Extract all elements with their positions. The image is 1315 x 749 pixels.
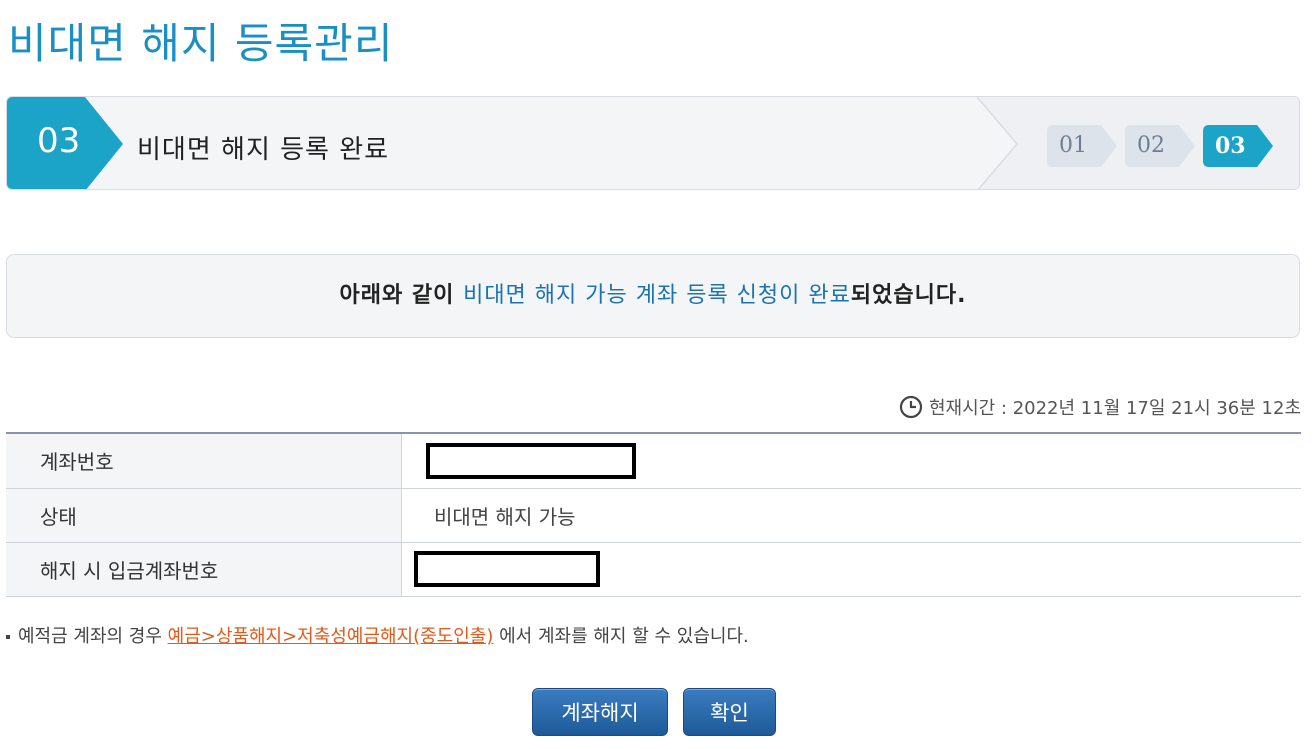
confirm-button[interactable]: 확인 — [683, 688, 776, 736]
step-01-label: 01 — [1059, 133, 1087, 158]
page-title: 비대면 해지 등록관리 — [8, 19, 394, 68]
row-label-status: 상태 — [6, 488, 402, 543]
table-row: 해지 시 입금계좌번호 — [6, 542, 1301, 597]
redacted-account-number — [426, 442, 636, 479]
row-value-deposit-account — [401, 542, 1301, 597]
notice-highlight: 비대면 해지 가능 계좌 등록 신청이 완료 — [463, 283, 851, 308]
row-label-deposit-account: 해지 시 입금계좌번호 — [6, 542, 402, 597]
table-row: 계좌번호 — [6, 433, 1301, 489]
bullet-icon — [6, 635, 10, 639]
step-01: 01 — [1047, 125, 1117, 167]
table-row: 상태 비대면 해지 가능 — [6, 488, 1301, 543]
step-03-label: 03 — [1215, 133, 1246, 159]
current-time: 현재시간 : 2022년 11월 17일 21시 36분 12초 — [899, 394, 1301, 420]
row-value-account-number — [401, 433, 1301, 489]
current-time-text: 현재시간 : 2022년 11월 17일 21시 36분 12초 — [928, 398, 1301, 419]
redacted-deposit-account — [414, 551, 600, 587]
current-step-title: 비대면 해지 등록 완료 — [137, 135, 390, 165]
note-suffix: 에서 계좌를 해지 할 수 있습니다. — [493, 626, 749, 647]
completion-notice: 아래와 같이 비대면 해지 가능 계좌 등록 신청이 완료되었습니다. — [6, 254, 1300, 338]
row-value-status: 비대면 해지 가능 — [401, 488, 1301, 543]
step-02: 02 — [1125, 125, 1195, 167]
step-02-label: 02 — [1137, 133, 1165, 158]
note-prefix: 예적금 계좌의 경우 — [18, 626, 168, 647]
savings-note: 예적금 계좌의 경우 예금>상품해지>저축성예금해지(중도인출) 에서 계좌를 … — [6, 622, 749, 648]
notice-suffix: 되었습니다. — [850, 283, 967, 308]
step-divider — [977, 97, 1018, 189]
terminate-account-button[interactable]: 계좌해지 — [532, 688, 668, 736]
account-info-table: 계좌번호 상태 비대면 해지 가능 해지 시 입금계좌번호 — [6, 432, 1301, 597]
row-label-account-number: 계좌번호 — [6, 433, 402, 489]
step-progress-bar: 03 비대면 해지 등록 완료 01 02 03 — [6, 96, 1300, 190]
savings-termination-link[interactable]: 예금>상품해지>저축성예금해지(중도인출) — [168, 626, 494, 647]
clock-icon — [899, 395, 923, 419]
current-step-number: 03 — [37, 121, 81, 161]
current-step-badge: 03 — [7, 97, 125, 189]
notice-prefix: 아래와 같이 — [339, 283, 464, 308]
step-03: 03 — [1203, 125, 1273, 167]
